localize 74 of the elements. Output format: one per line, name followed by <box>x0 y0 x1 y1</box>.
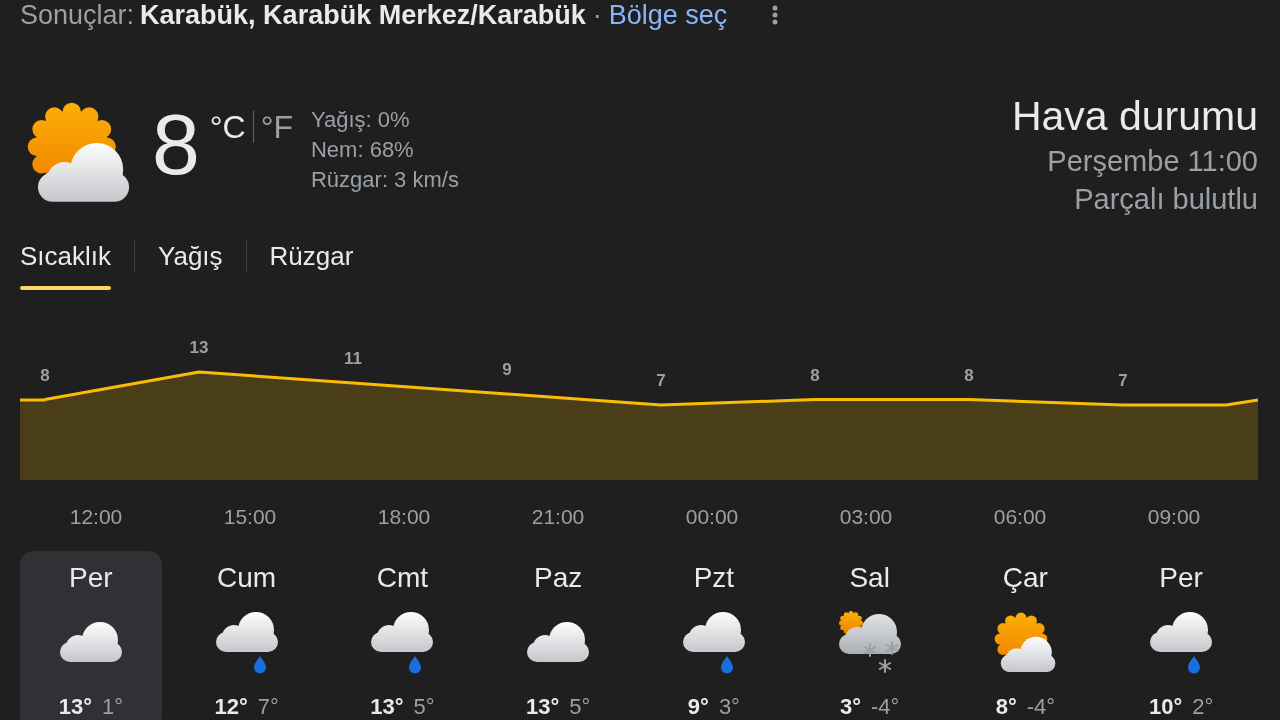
data-label: 7 <box>1118 371 1128 390</box>
day-name: Per <box>69 562 113 594</box>
low-temperature: 3° <box>718 694 740 720</box>
chart-tab[interactable]: Sıcaklık <box>20 240 112 290</box>
data-label: 13 <box>189 338 209 357</box>
low-temperature: -4° <box>870 694 900 720</box>
results-label: Sonuçlar: <box>20 0 135 30</box>
rain-cloud-icon <box>213 610 280 674</box>
high-temperature: 8° <box>995 694 1017 720</box>
date-time: Perşembe 11:00 <box>1047 144 1258 179</box>
day-name: Cmt <box>376 562 429 594</box>
day-name: Pzt <box>693 562 735 594</box>
high-temperature: 10° <box>1148 694 1183 720</box>
day-name: Per <box>1159 562 1203 594</box>
day-card[interactable]: Per 13° 1° <box>19 551 162 720</box>
day-name: Sal <box>849 562 890 594</box>
rain-cloud-icon <box>680 610 747 674</box>
weather-detail: Rüzgar: 3 km/s <box>310 166 459 194</box>
low-temperature: 5° <box>413 694 435 720</box>
unit-toggle[interactable]: °F <box>260 111 293 143</box>
low-temperature: 2° <box>1192 694 1214 720</box>
weather-detail: Yağış: 0% <box>310 106 411 134</box>
time-label: 12:00 <box>69 504 123 530</box>
condition-text: Parçalı bulutlu <box>1074 182 1258 217</box>
low-temperature: -4° <box>1026 694 1056 720</box>
day-card[interactable]: Sal 3° -4° <box>798 551 941 720</box>
time-label: 03:00 <box>839 504 893 530</box>
location-text: Karabük, Karabük Merkez/Karabük <box>140 0 586 30</box>
day-card[interactable]: Pzt 9° 3° <box>642 551 785 720</box>
high-temperature: 13° <box>370 694 404 720</box>
day-card[interactable]: Paz 13° 5° <box>487 551 630 720</box>
day-card[interactable]: Cum 12° 7° <box>175 551 318 720</box>
time-label: 18:00 <box>377 504 431 530</box>
chart-tab[interactable]: Rüzgar <box>269 240 354 290</box>
day-card[interactable]: Per 10° 2° <box>1110 551 1253 720</box>
cloud-icon <box>57 620 124 664</box>
weather-detail: Nem: 68% <box>310 136 415 164</box>
data-label: 8 <box>40 365 50 385</box>
region-link[interactable]: Bölge seç <box>608 0 728 30</box>
day-card[interactable]: Cmt 13° 5° <box>331 551 474 720</box>
low-temperature: 1° <box>102 694 124 720</box>
cloud-icon <box>525 620 592 664</box>
time-label: 00:00 <box>685 504 739 530</box>
rain-cloud-icon <box>369 610 436 674</box>
data-label: 9 <box>502 360 512 379</box>
time-label: 15:00 <box>223 504 277 530</box>
separator-text: · <box>592 0 602 30</box>
time-label: 21:00 <box>531 504 585 530</box>
high-temperature: 13° <box>525 694 560 720</box>
day-name: Cum <box>217 562 277 594</box>
data-label: 7 <box>656 371 666 390</box>
high-temperature: 3° <box>839 694 861 720</box>
day-card[interactable]: Çar 8° -4° <box>954 551 1097 720</box>
data-label: 8 <box>810 365 820 385</box>
snow-cloud-icon <box>836 610 903 674</box>
chart-tab[interactable]: Yağış <box>158 240 223 290</box>
low-temperature: 5° <box>569 694 591 720</box>
high-temperature: 9° <box>687 694 709 720</box>
weather-title: Hava durumu <box>1011 92 1258 140</box>
unit-toggle[interactable]: °C <box>209 111 246 143</box>
rain-cloud-icon <box>1148 610 1215 674</box>
more-menu-icon[interactable] <box>772 5 779 25</box>
sun-cloud-icon <box>993 611 1058 673</box>
low-temperature: 7° <box>257 694 279 720</box>
high-temperature: 12° <box>214 694 248 720</box>
day-name: Çar <box>1002 562 1048 594</box>
data-label: 8 <box>964 365 974 385</box>
data-label: 11 <box>344 349 362 368</box>
sun-cloud-icon <box>25 100 132 204</box>
day-name: Paz <box>534 562 583 594</box>
high-temperature: 13° <box>58 694 92 720</box>
time-label: 06:00 <box>993 504 1047 530</box>
current-temperature: 8 <box>151 101 200 187</box>
time-label: 09:00 <box>1147 504 1201 530</box>
